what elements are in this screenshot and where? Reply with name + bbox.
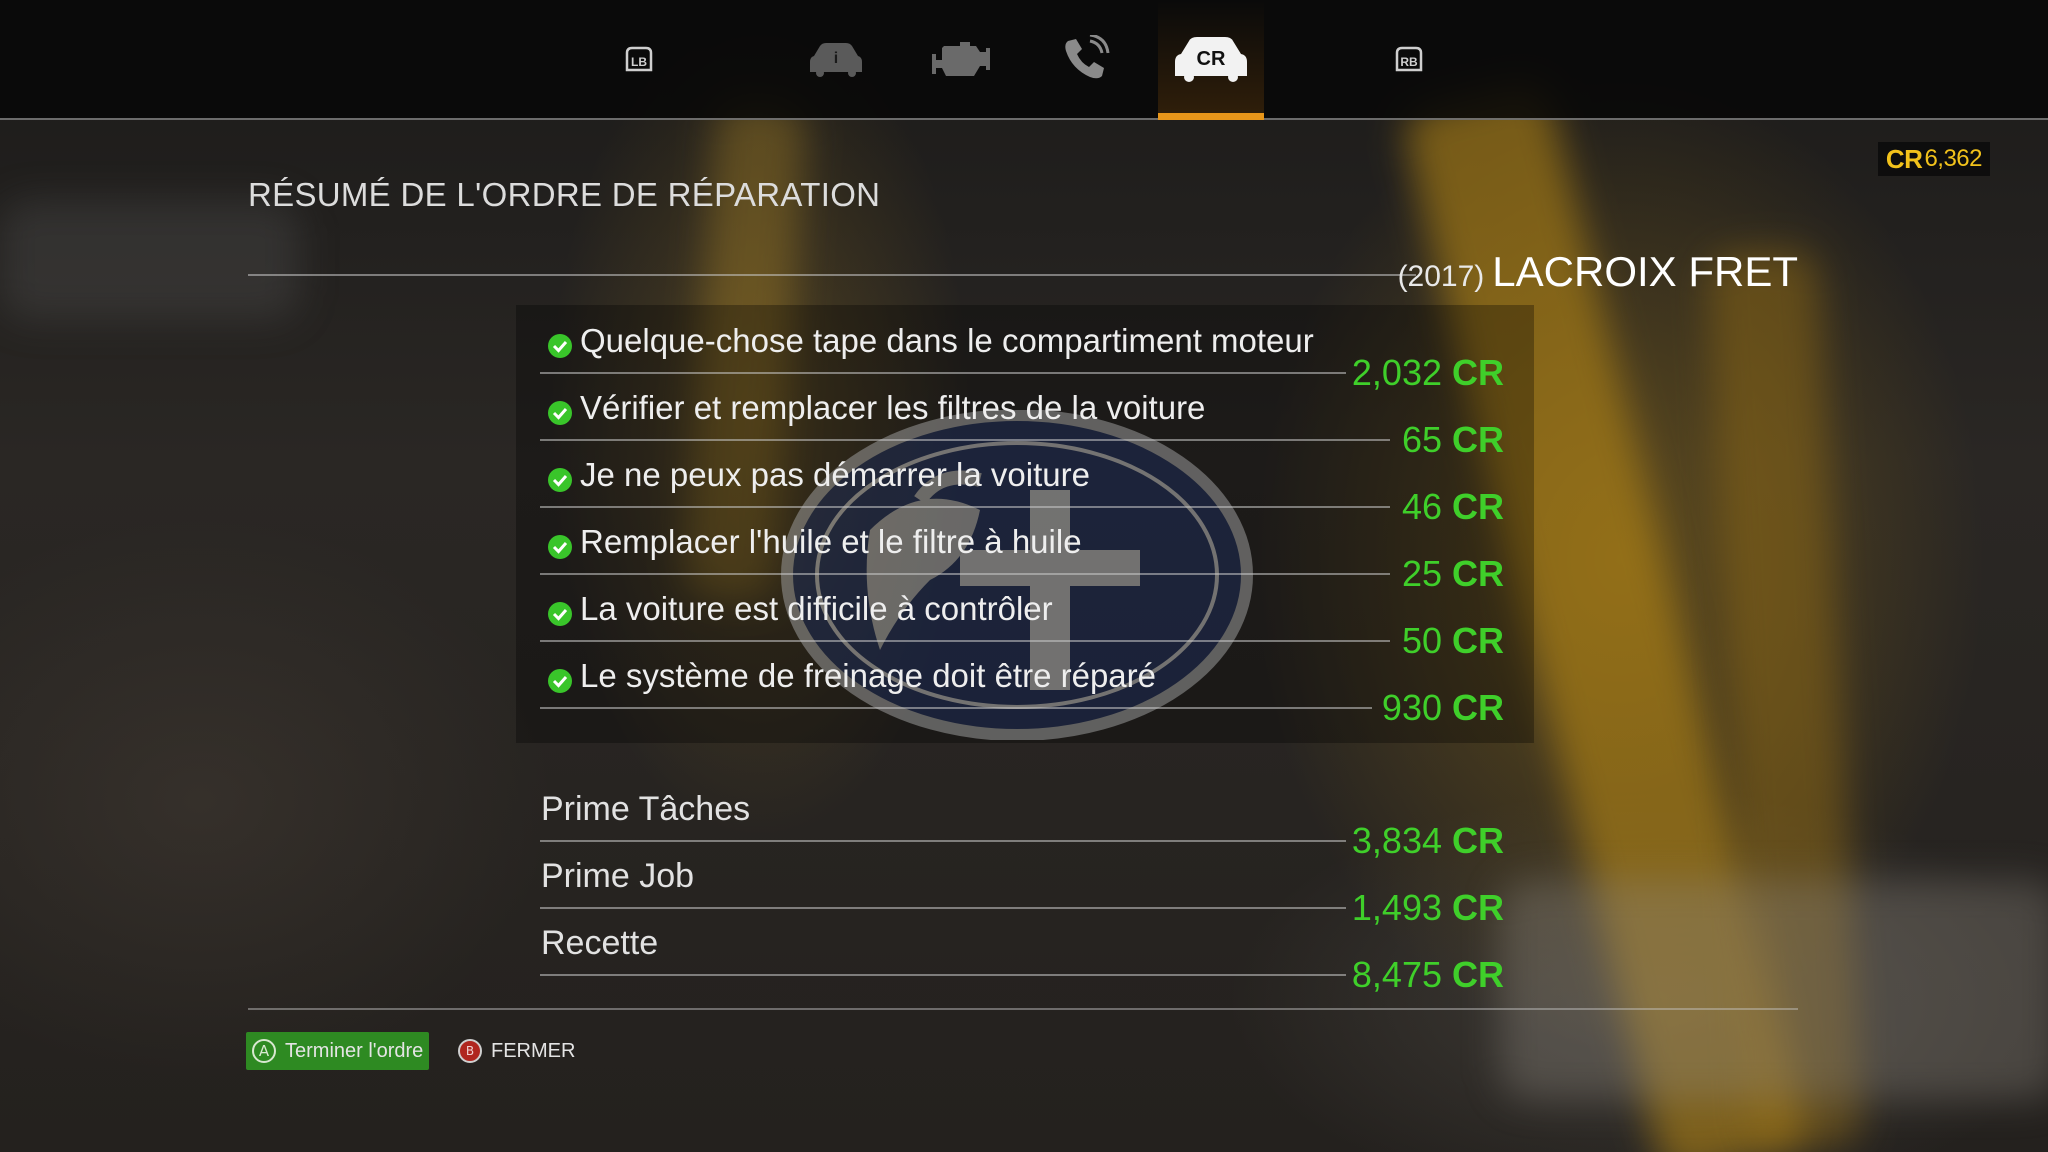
b-button-icon: B <box>458 1039 482 1063</box>
svg-text:LB: LB <box>631 55 647 69</box>
task-label: Quelque-chose tape dans le compartiment … <box>580 322 1314 359</box>
tab-rb[interactable]: RB <box>1356 0 1462 118</box>
car-info-icon: i <box>810 43 862 77</box>
task-row: Je ne peux pas démarrer la voiture 46 CR <box>540 446 1504 527</box>
a-button-icon: A <box>252 1039 276 1063</box>
engine-icon <box>932 42 990 76</box>
lb-bumper-icon: LB <box>625 46 653 72</box>
row-divider <box>540 439 1390 441</box>
check-icon <box>548 602 572 626</box>
background-floor <box>1500 880 2048 1100</box>
summary-label: Recette <box>541 924 659 962</box>
finish-order-label: Terminer l'ordre <box>285 1039 424 1062</box>
summary-label: Prime Job <box>541 857 695 895</box>
task-label: Je ne peux pas démarrer la voiture <box>580 456 1090 493</box>
check-icon <box>548 401 572 425</box>
close-button[interactable]: B FERMER <box>458 1032 575 1070</box>
summary-row: Prime Job 1,493 CR <box>540 847 1504 928</box>
summary-label: Prime Tâches <box>541 790 751 828</box>
svg-text:RB: RB <box>1400 55 1418 69</box>
summary-amount: 8,475 CR <box>1351 954 1504 995</box>
tab-repair-order[interactable]: CR <box>1158 0 1264 120</box>
summary-row: Recette 8,475 CR <box>540 914 1504 995</box>
row-divider <box>540 640 1390 642</box>
tab-phone[interactable] <box>1032 0 1138 118</box>
svg-text:i: i <box>834 50 838 67</box>
svg-text:CR: CR <box>1197 48 1226 70</box>
repair-order-screen: LB i CR RB CR 6,362 RÉSUMÉ DE L'ORDRE DE… <box>0 0 2048 1152</box>
summary-row: Prime Tâches 3,834 CR <box>540 780 1504 861</box>
task-label: Remplacer l'huile et le filtre à huile <box>580 523 1082 560</box>
task-label: Le système de freinage doit être réparé <box>580 657 1157 694</box>
check-icon <box>548 535 572 559</box>
row-divider <box>540 573 1390 575</box>
check-icon <box>548 468 572 492</box>
task-row: Remplacer l'huile et le filtre à huile 2… <box>540 513 1504 594</box>
tab-lb[interactable]: LB <box>586 0 692 118</box>
row-divider <box>540 840 1346 842</box>
task-row: Quelque-chose tape dans le compartiment … <box>540 312 1504 393</box>
page-title: RÉSUMÉ DE L'ORDRE DE RÉPARATION <box>248 176 881 213</box>
tab-vehicle-info[interactable]: i <box>783 0 889 118</box>
footer-divider <box>248 1008 1798 1010</box>
vehicle-title: (2017) LACROIX FRET <box>1398 248 1798 296</box>
close-label: FERMER <box>491 1039 576 1062</box>
row-divider <box>540 372 1346 374</box>
row-divider <box>540 707 1372 709</box>
vehicle-name: LACROIX FRET <box>1492 248 1798 295</box>
car-cr-icon: CR <box>1175 37 1247 82</box>
credit-amount: 6,362 <box>1924 145 1982 172</box>
credit-prefix: CR <box>1885 143 1923 174</box>
credit-balance: CR 6,362 <box>1877 142 1990 176</box>
tab-engine[interactable] <box>908 0 1014 118</box>
task-label: La voiture est difficile à contrôler <box>580 590 1053 627</box>
check-icon <box>548 334 572 358</box>
check-icon <box>548 669 572 693</box>
finish-order-button[interactable]: A Terminer l'ordre <box>246 1032 430 1070</box>
task-label: Vérifier et remplacer les filtres de la … <box>580 389 1206 426</box>
row-divider <box>540 907 1346 909</box>
rb-bumper-icon: RB <box>1395 46 1423 72</box>
task-amount: 930 CR <box>1381 687 1504 728</box>
row-divider <box>540 506 1390 508</box>
vehicle-year: (2017) <box>1397 260 1485 293</box>
task-row: Vérifier et remplacer les filtres de la … <box>540 379 1504 460</box>
row-divider <box>540 974 1346 976</box>
background-shelf <box>0 200 300 320</box>
top-nav-bar: LB i CR RB <box>0 0 2048 120</box>
task-row: Le système de freinage doit être réparé … <box>540 647 1504 728</box>
task-row: La voiture est difficile à contrôler 50 C… <box>540 580 1504 661</box>
phone-icon <box>1065 35 1110 79</box>
title-divider <box>248 274 1416 276</box>
